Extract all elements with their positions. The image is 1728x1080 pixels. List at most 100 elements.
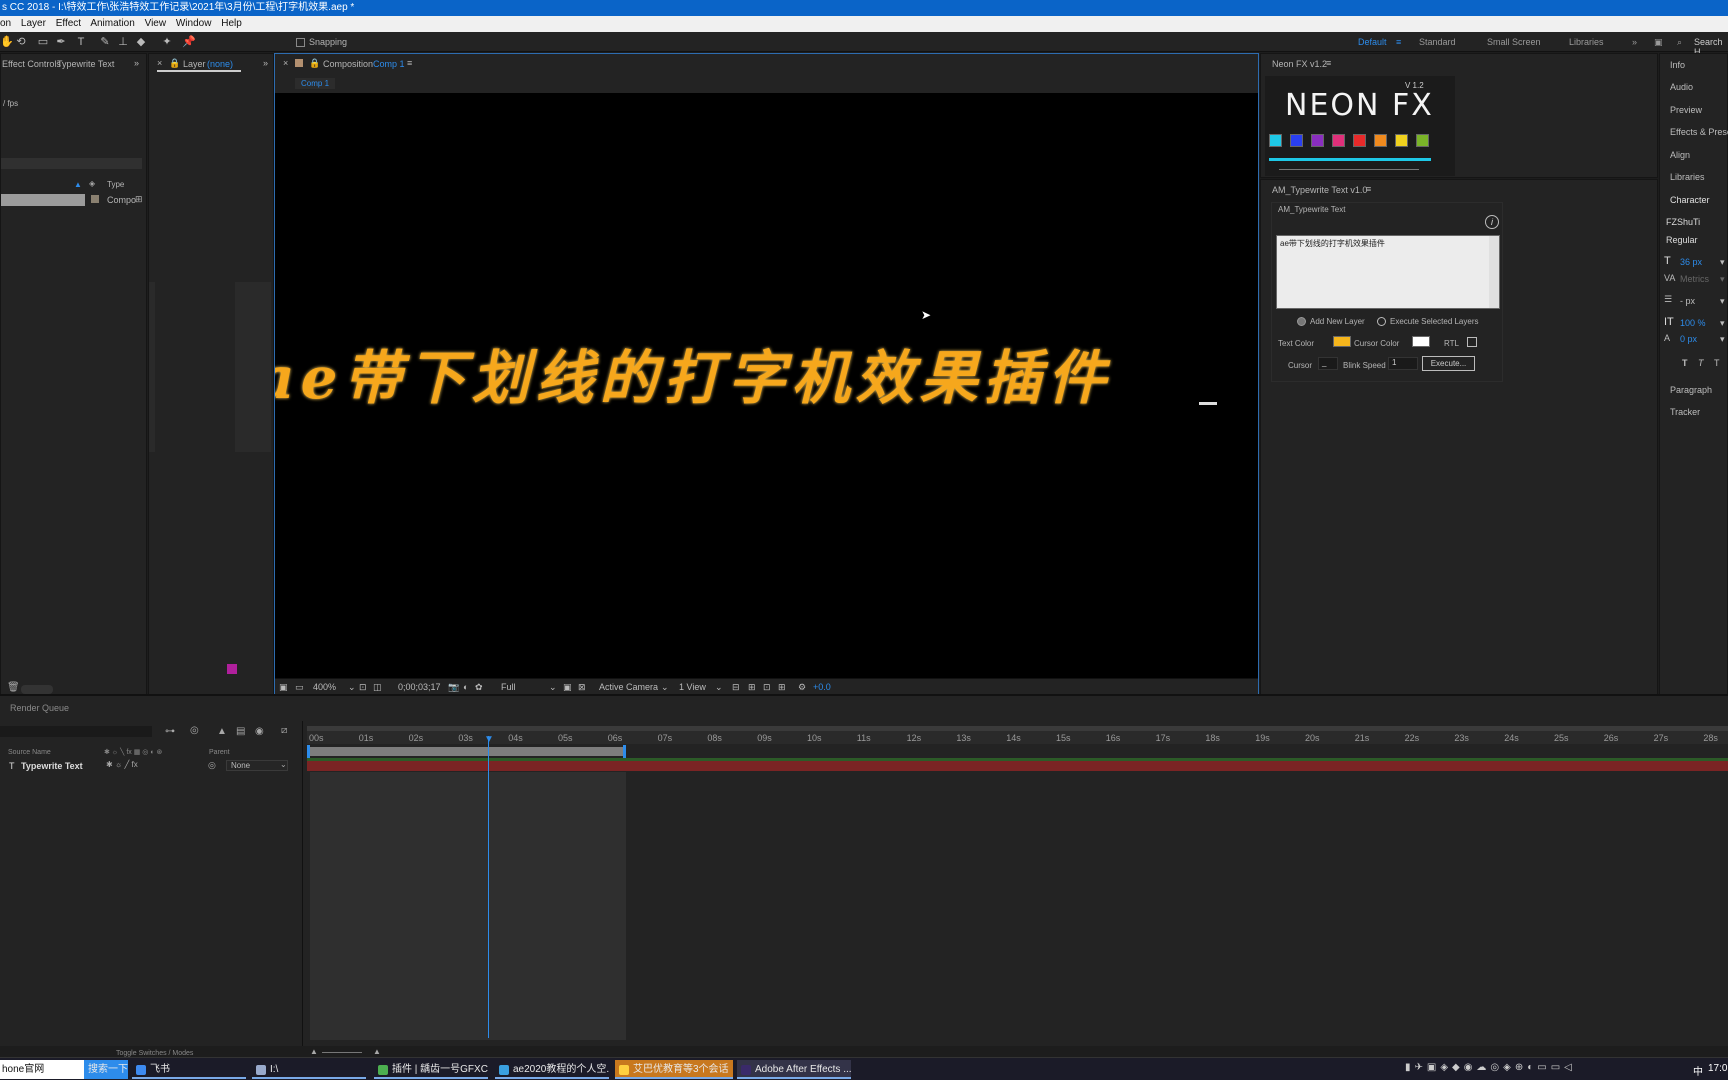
snapping-checkbox[interactable] (296, 38, 305, 47)
tray-language[interactable]: 中 (1693, 1063, 1703, 1078)
monitor-icon[interactable]: ▭ (295, 682, 304, 693)
rtl-checkbox[interactable] (1467, 337, 1477, 347)
workspace-small-screen[interactable]: Small Screen (1487, 37, 1541, 47)
chevron-down-icon[interactable]: ▾ (1720, 274, 1725, 285)
neon-color-swatch[interactable] (1353, 134, 1366, 147)
vertical-scale-value[interactable]: 100 % (1680, 318, 1706, 328)
menu-item-animation[interactable]: Animation (90, 18, 134, 29)
always-preview-icon[interactable]: ▣ (279, 682, 288, 693)
chevron-down-icon[interactable]: ⌄ (715, 682, 723, 693)
panel-overflow-icon[interactable]: » (134, 58, 139, 68)
neon-color-swatch[interactable] (1269, 134, 1282, 147)
panel-preview[interactable]: Preview (1670, 105, 1702, 115)
cursor-color-swatch[interactable] (1412, 336, 1430, 347)
neon-color-swatch[interactable] (1290, 134, 1303, 147)
zoom-out-icon[interactable]: ▲ (310, 1047, 318, 1056)
timeline-icon[interactable]: ⊡ (763, 682, 771, 693)
panel-paragraph[interactable]: Paragraph (1670, 385, 1712, 395)
magnification-select[interactable]: 400% (313, 682, 336, 692)
workspace-menu-icon[interactable]: ≡ (1396, 37, 1401, 47)
stamp-tool-icon[interactable]: ⊥ (116, 35, 130, 49)
typewrite-text-input[interactable]: ae带下划线的打字机效果插件 (1276, 235, 1500, 309)
flowchart-icon[interactable]: ⊞ (778, 682, 786, 693)
layer-tab-label[interactable]: Layer (183, 59, 206, 69)
kerning-value[interactable]: Metrics (1680, 274, 1709, 284)
bpc-toggle[interactable] (21, 685, 53, 694)
menu-item-view[interactable]: View (145, 18, 167, 29)
chevron-down-icon[interactable]: ▾ (1720, 334, 1725, 345)
mask-icon[interactable]: ◫ (373, 682, 382, 693)
info-icon[interactable]: i (1485, 215, 1499, 229)
label-tag-icon[interactable]: ◈ (89, 179, 95, 188)
menu-item-window[interactable]: on (0, 18, 11, 29)
work-area-bar[interactable] (307, 747, 626, 756)
taskbar-browser-1[interactable]: 插件 | 龋齿一号GFXC... (374, 1060, 488, 1079)
graph-editor-icon[interactable]: ⧄ (281, 725, 287, 736)
layer-name[interactable]: Typewrite Text (21, 761, 83, 771)
panel-tracker[interactable]: Tracker (1670, 407, 1700, 417)
workspace-standard[interactable]: Standard (1419, 37, 1456, 47)
panel-menu-icon[interactable]: ≡ (407, 58, 412, 68)
panel-effects-presets[interactable]: Effects & Presets (1670, 127, 1728, 137)
menu-item-effect[interactable]: Effect (56, 18, 81, 29)
chevron-down-icon[interactable]: ⌄ (661, 682, 669, 693)
comp-mini-flowchart-icon[interactable]: ⊶ (165, 726, 175, 737)
panel-menu-icon[interactable]: ≡ (1326, 58, 1331, 68)
fast-preview-icon[interactable]: ⊞ (748, 682, 756, 693)
panel-menu-icon[interactable]: ≡ (1366, 184, 1371, 194)
playhead-icon[interactable]: ▼ (484, 734, 494, 745)
pin-tool-icon[interactable]: 📌 (182, 35, 196, 49)
chevron-down-icon[interactable]: ⌄ (348, 682, 356, 693)
taskbar-explorer[interactable]: I:\ (252, 1060, 366, 1079)
pen-tool-icon[interactable]: ✒ (54, 35, 68, 49)
exposure-icon[interactable]: ⚙ (798, 682, 806, 693)
draft-3d-icon[interactable]: ◎ (190, 725, 199, 736)
neon-color-swatch[interactable] (1416, 134, 1429, 147)
neon-color-swatch[interactable] (1395, 134, 1408, 147)
timeline-search-input[interactable] (0, 726, 152, 737)
tab-effect-controls[interactable]: Effect Controls (2, 59, 61, 69)
character-style[interactable]: Regular (1666, 235, 1698, 245)
faux-italic-icon[interactable]: T (1698, 358, 1704, 368)
baseline-shift-value[interactable]: 0 px (1680, 334, 1697, 344)
render-queue-tab[interactable]: Render Queue (10, 703, 69, 713)
expand-chevrons-icon[interactable]: » (1632, 37, 1637, 47)
composition-tab-label[interactable]: Composition (323, 59, 373, 69)
lock-icon[interactable]: 🔒 (309, 58, 320, 69)
execute-button[interactable]: Execute... (1422, 356, 1475, 371)
show-snapshot-icon[interactable]: ◐ (463, 682, 468, 692)
trash-icon[interactable]: 🗑 (7, 682, 20, 693)
timeline-zoom-slider[interactable] (322, 1052, 362, 1053)
comp-breadcrumb[interactable]: Comp 1 (295, 78, 336, 89)
shy-icon[interactable]: ▲ (217, 726, 227, 737)
faux-bold-icon[interactable]: T (1682, 358, 1688, 368)
region-icon[interactable]: ▣ (563, 682, 572, 693)
menu-item-help[interactable]: Help (221, 18, 242, 29)
all-caps-icon[interactable]: T (1714, 358, 1720, 368)
neon-color-swatch[interactable] (1374, 134, 1387, 147)
text-color-swatch[interactable] (1333, 336, 1351, 347)
workspace-default[interactable]: Default (1358, 37, 1387, 47)
zoom-in-icon[interactable]: ▲ (373, 1047, 381, 1056)
motion-blur-icon[interactable]: ◉ (255, 726, 264, 737)
panel-libraries[interactable]: Libraries (1670, 172, 1705, 182)
hand-tool-icon[interactable]: ✋ (0, 35, 14, 49)
lock-icon[interactable]: 🔒 (169, 58, 180, 69)
project-item-comp[interactable] (1, 194, 85, 206)
rotate-tool-icon[interactable]: ⟲ (14, 35, 28, 49)
taskbar-after-effects[interactable]: Adobe After Effects ... (737, 1060, 851, 1079)
text-tool-icon[interactable]: T (74, 35, 88, 49)
blink-speed-input[interactable]: 1 (1388, 357, 1418, 370)
chevron-down-icon[interactable]: ▾ (1720, 296, 1725, 307)
pickwhip-icon[interactable]: ◎ (208, 760, 216, 771)
chevron-down-icon[interactable]: ⌄ (549, 682, 557, 693)
chevron-down-icon[interactable]: ▾ (1720, 318, 1725, 329)
current-time[interactable]: 0;00;03;17 (398, 682, 441, 692)
tray-clock[interactable]: 17:0 (1708, 1063, 1727, 1074)
add-new-layer-radio[interactable] (1297, 317, 1306, 326)
resolution-select[interactable]: Full (501, 682, 516, 692)
sort-ascending-icon[interactable]: ▲ (74, 180, 82, 189)
menu-item-layer[interactable]: Layer (21, 18, 46, 29)
panel-info[interactable]: Info (1670, 60, 1685, 70)
panel-align[interactable]: Align (1670, 150, 1690, 160)
